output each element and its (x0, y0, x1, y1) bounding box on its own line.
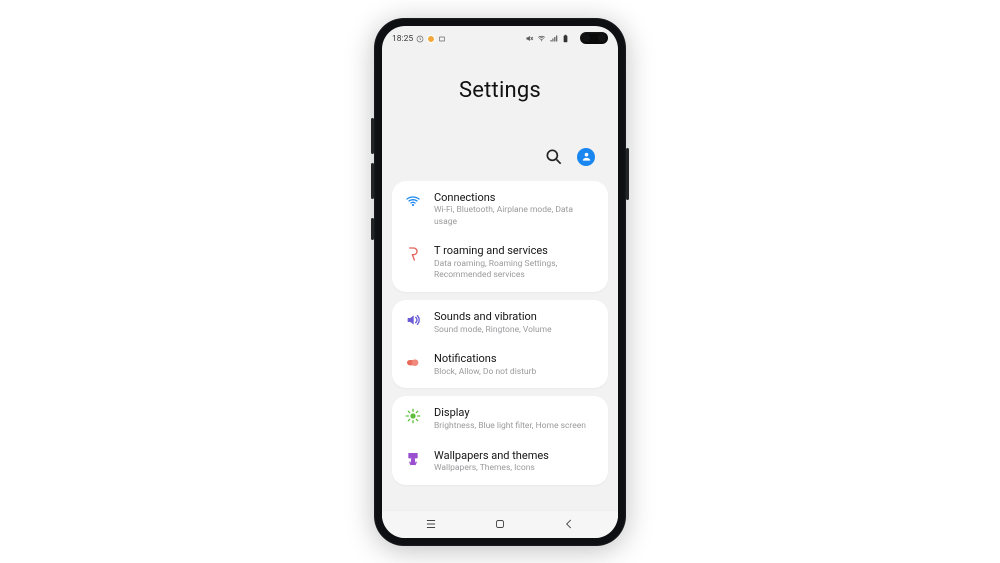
screen: 18:25 Settings (382, 26, 618, 538)
recents-icon (424, 517, 438, 531)
settings-item-title: Display (434, 406, 586, 420)
wifi-icon (537, 34, 546, 43)
settings-item-sounds[interactable]: Sounds and vibration Sound mode, Rington… (392, 300, 608, 346)
bixby-button[interactable] (371, 218, 374, 240)
settings-item-subtitle: Block, Allow, Do not disturb (434, 367, 536, 378)
wifi-icon (404, 192, 422, 210)
page-title: Settings (400, 78, 600, 103)
status-time: 18:25 (392, 34, 413, 44)
search-icon (544, 147, 564, 167)
nav-home-button[interactable] (480, 514, 520, 534)
person-icon (581, 151, 592, 162)
account-button[interactable] (576, 147, 596, 167)
status-bar: 18:25 (382, 26, 618, 48)
display-icon (404, 407, 422, 425)
rect-icon (438, 35, 446, 43)
sound-icon (404, 311, 422, 329)
roaming-icon (404, 245, 422, 263)
settings-item-connections[interactable]: Connections Wi-Fi, Bluetooth, Airplane m… (392, 181, 608, 239)
settings-item-subtitle: Wallpapers, Themes, Icons (434, 463, 549, 474)
settings-group: Sounds and vibration Sound mode, Rington… (392, 300, 608, 388)
notifications-icon (404, 353, 422, 371)
settings-item-title: Sounds and vibration (434, 310, 552, 324)
wallpapers-icon (404, 450, 422, 468)
mute-icon (525, 34, 534, 43)
phone-frame: 18:25 Settings (374, 18, 626, 546)
volume-down-button[interactable] (371, 163, 374, 199)
clock-icon (416, 35, 424, 43)
home-icon (493, 517, 507, 531)
settings-item-wallpapers[interactable]: Wallpapers and themes Wallpapers, Themes… (392, 443, 608, 485)
back-icon (562, 517, 576, 531)
settings-item-title: Wallpapers and themes (434, 449, 549, 463)
signal-icon (549, 34, 558, 43)
nav-recents-button[interactable] (411, 514, 451, 534)
android-navbar (382, 510, 618, 538)
search-button[interactable] (544, 147, 564, 167)
volume-up-button[interactable] (371, 118, 374, 154)
settings-group: Connections Wi-Fi, Bluetooth, Airplane m… (392, 181, 608, 292)
settings-item-subtitle: Wi-Fi, Bluetooth, Airplane mode, Data us… (434, 205, 594, 228)
settings-item-roaming[interactable]: T roaming and services Data roaming, Roa… (392, 238, 608, 292)
settings-item-title: T roaming and services (434, 244, 594, 258)
avatar (577, 148, 595, 166)
header: Settings (382, 48, 618, 181)
power-button[interactable] (626, 148, 629, 200)
settings-item-subtitle: Sound mode, Ringtone, Volume (434, 325, 552, 336)
settings-group: Display Brightness, Blue light filter, H… (392, 396, 608, 484)
settings-item-display[interactable]: Display Brightness, Blue light filter, H… (392, 396, 608, 442)
settings-item-subtitle: Brightness, Blue light filter, Home scre… (434, 421, 586, 432)
settings-item-notifications[interactable]: Notifications Block, Allow, Do not distu… (392, 346, 608, 388)
settings-item-title: Notifications (434, 352, 536, 366)
dot-orange-icon (427, 35, 435, 43)
settings-item-subtitle: Data roaming, Roaming Settings, Recommen… (434, 259, 594, 282)
battery-icon (561, 34, 570, 43)
nav-back-button[interactable] (549, 514, 589, 534)
settings-item-title: Connections (434, 191, 594, 205)
settings-list[interactable]: Connections Wi-Fi, Bluetooth, Airplane m… (382, 181, 618, 510)
